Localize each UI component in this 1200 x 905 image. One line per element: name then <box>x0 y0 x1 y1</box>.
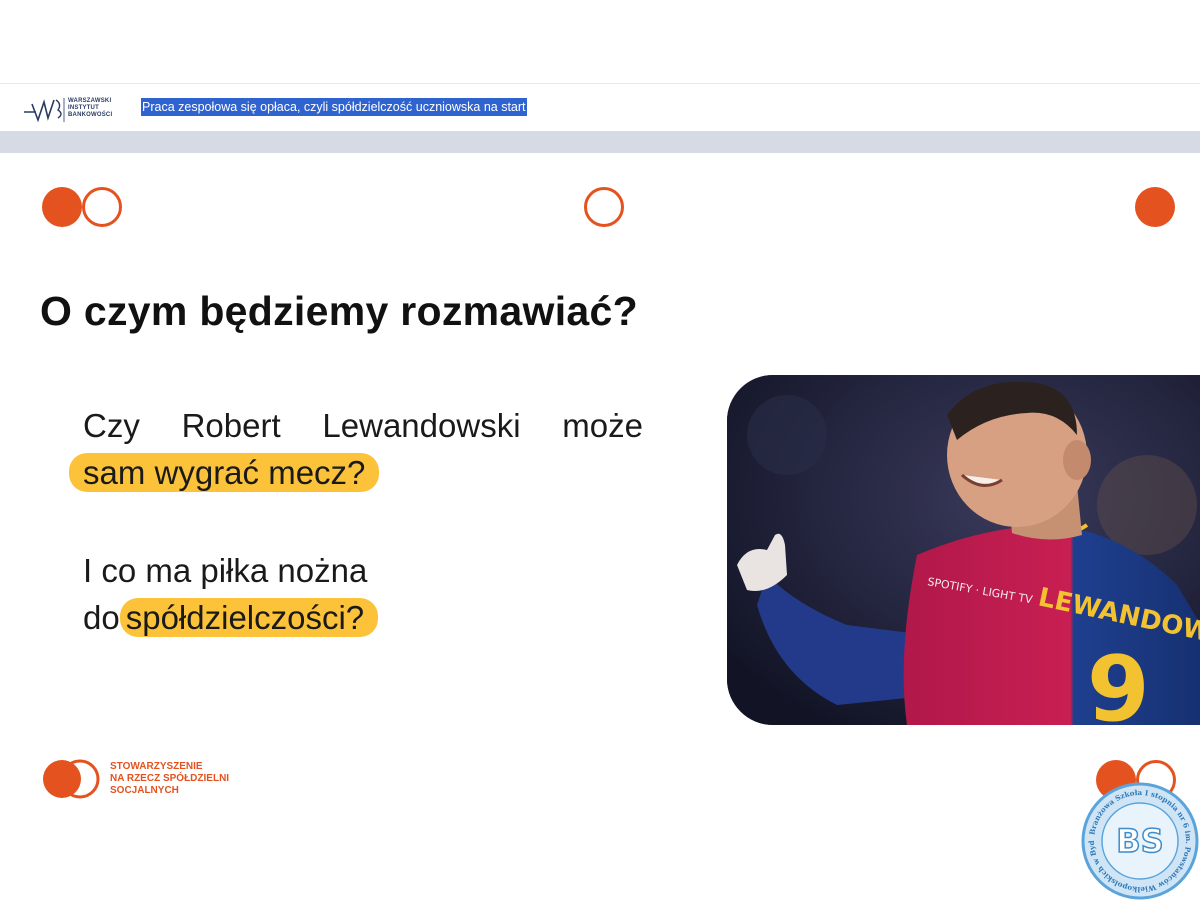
wib-logo-mark <box>24 98 65 123</box>
wib-logo[interactable]: WARSZAWSKI INSTYTUT BANKOWOŚCI <box>22 94 122 124</box>
logo-line: INSTYTUT <box>68 105 99 111</box>
ssrs-logo: STOWARZYSZENIE NA RZECZ SPÓŁDZIELNI SOCJ… <box>42 757 242 801</box>
question1-line1: Czy Robert Lewandowski może <box>83 407 643 444</box>
question2-line1: I co ma piłka nożna <box>83 552 368 589</box>
ssrs-logo-mark <box>43 759 100 799</box>
decor-dot-filled <box>42 187 82 227</box>
question1-highlight: sam wygrać mecz? <box>69 453 380 492</box>
slide-heading: O czym będziemy rozmawiać? <box>40 288 638 334</box>
ssrs-logo-text: STOWARZYSZENIE NA RZECZ SPÓŁDZIELNI SOCJ… <box>110 761 229 797</box>
question1-line2: sam wygrać mecz? <box>69 450 380 496</box>
decor-dot-filled <box>1135 187 1175 227</box>
wib-logo-text: WARSZAWSKI INSTYTUT BANKOWOŚCI <box>68 98 112 119</box>
question2-prefix: do <box>83 599 120 636</box>
decor-dot-ring <box>82 187 122 227</box>
ssrs-logo-line: STOWARZYSZENIE <box>110 761 203 772</box>
course-title[interactable]: Praca zespołowa się opłaca, czyli spółdz… <box>141 98 527 116</box>
logo-line: BANKOWOŚCI <box>68 112 113 118</box>
ssrs-logo-line: SOCJALNYCH <box>110 785 179 796</box>
question2-line2: do spółdzielczości? <box>83 595 379 641</box>
question2-highlight: spółdzielczości? <box>119 598 379 637</box>
navigation-strip <box>0 131 1200 153</box>
school-stamp-icon: Branżowa Szkoła I stopnia nr 6 im. Powst… <box>1078 775 1199 900</box>
jersey-number: 9 <box>1087 637 1150 725</box>
player-illustration: LEWANDOWSKI 9 SPOTIFY · LIGHT TV <box>727 375 1200 725</box>
ssrs-logo-line: NA RZECZ SPÓŁDZIELNI <box>110 773 230 784</box>
presentation-slide: O czym będziemy rozmawiać? Czy Robert Le… <box>0 153 1200 820</box>
logo-line: WARSZAWSKI <box>68 98 112 104</box>
stamp-letters: BS <box>1116 822 1163 860</box>
school-stamp: Branżowa Szkoła I stopnia nr 6 im. Powst… <box>1078 775 1199 900</box>
decor-dot-ring <box>584 187 624 227</box>
player-photo: LEWANDOWSKI 9 SPOTIFY · LIGHT TV <box>727 375 1200 725</box>
course-header: WARSZAWSKI INSTYTUT BANKOWOŚCI Praca zes… <box>0 83 1200 132</box>
